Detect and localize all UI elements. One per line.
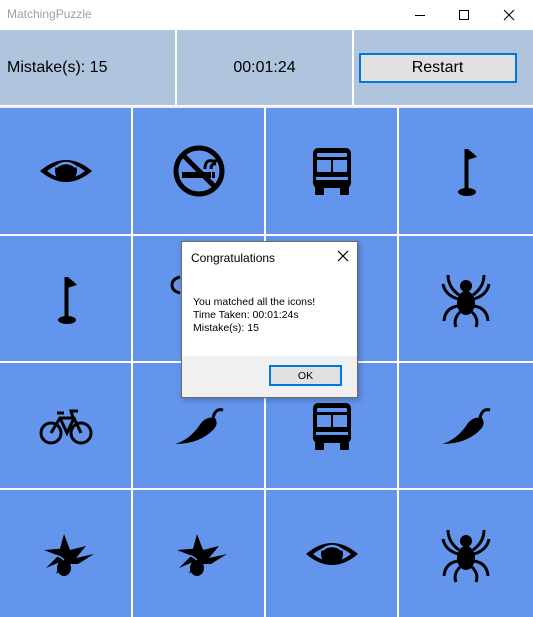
dialog-message: You matched all the icons! Time Taken: 0… bbox=[193, 296, 315, 335]
card-tile[interactable] bbox=[399, 490, 533, 617]
card-tile[interactable] bbox=[0, 490, 131, 617]
close-button[interactable] bbox=[487, 0, 531, 29]
dialog-footer: OK bbox=[182, 356, 357, 397]
dialog-line-time: Time Taken: 00:01:24s bbox=[193, 309, 299, 321]
window-title: MatchingPuzzle bbox=[7, 7, 92, 21]
eye-icon bbox=[302, 524, 362, 584]
card-tile[interactable] bbox=[0, 236, 131, 361]
card-tile[interactable] bbox=[399, 363, 533, 488]
dialog-title: Congratulations bbox=[191, 251, 276, 265]
card-tile[interactable] bbox=[266, 108, 397, 234]
ok-button[interactable]: OK bbox=[269, 365, 342, 386]
timer-label: 00:01:24 bbox=[233, 58, 296, 76]
dialog-line-mistakes: Mistake(s): 15 bbox=[193, 322, 259, 334]
bus-icon bbox=[302, 396, 362, 456]
close-icon bbox=[503, 9, 515, 20]
close-icon bbox=[337, 250, 349, 262]
minimize-icon bbox=[415, 14, 425, 16]
no-smoking-icon bbox=[169, 141, 229, 201]
bicycle-icon bbox=[36, 396, 96, 456]
dialog-close-button[interactable] bbox=[335, 248, 351, 264]
app-window: MatchingPuzzle Mistake(s): 15 00:01:24 R… bbox=[0, 0, 533, 617]
status-bar: Mistake(s): 15 00:01:24 Restart bbox=[0, 29, 533, 106]
mistakes-panel: Mistake(s): 15 bbox=[0, 30, 175, 105]
partial-icon bbox=[170, 275, 182, 300]
card-tile[interactable] bbox=[399, 236, 533, 361]
bird-icon bbox=[169, 524, 229, 584]
card-tile[interactable] bbox=[0, 363, 131, 488]
timer-panel: 00:01:24 bbox=[177, 30, 352, 105]
bird-icon bbox=[36, 524, 96, 584]
maximize-icon bbox=[459, 9, 469, 20]
card-tile[interactable] bbox=[0, 108, 131, 234]
minimize-button[interactable] bbox=[398, 0, 442, 29]
card-tile[interactable] bbox=[133, 108, 264, 234]
golf-flag-icon bbox=[436, 141, 496, 201]
spider-icon bbox=[436, 269, 496, 329]
mistakes-label: Mistake(s): 15 bbox=[7, 58, 108, 76]
congratulations-dialog: Congratulations You matched all the icon… bbox=[181, 241, 358, 398]
dialog-line-matched: You matched all the icons! bbox=[193, 296, 316, 308]
bus-icon bbox=[302, 141, 362, 201]
chili-pepper-icon bbox=[436, 396, 496, 456]
spider-icon bbox=[436, 524, 496, 584]
eye-icon bbox=[36, 141, 96, 201]
restart-button[interactable]: Restart bbox=[358, 52, 517, 83]
maximize-button[interactable] bbox=[442, 0, 486, 29]
card-tile[interactable] bbox=[399, 108, 533, 234]
title-bar: MatchingPuzzle bbox=[0, 0, 533, 29]
card-tile[interactable] bbox=[133, 490, 264, 617]
chili-pepper-icon bbox=[169, 396, 229, 456]
card-tile[interactable] bbox=[266, 490, 397, 617]
restart-panel: Restart bbox=[354, 30, 533, 105]
golf-flag-icon bbox=[36, 269, 96, 329]
